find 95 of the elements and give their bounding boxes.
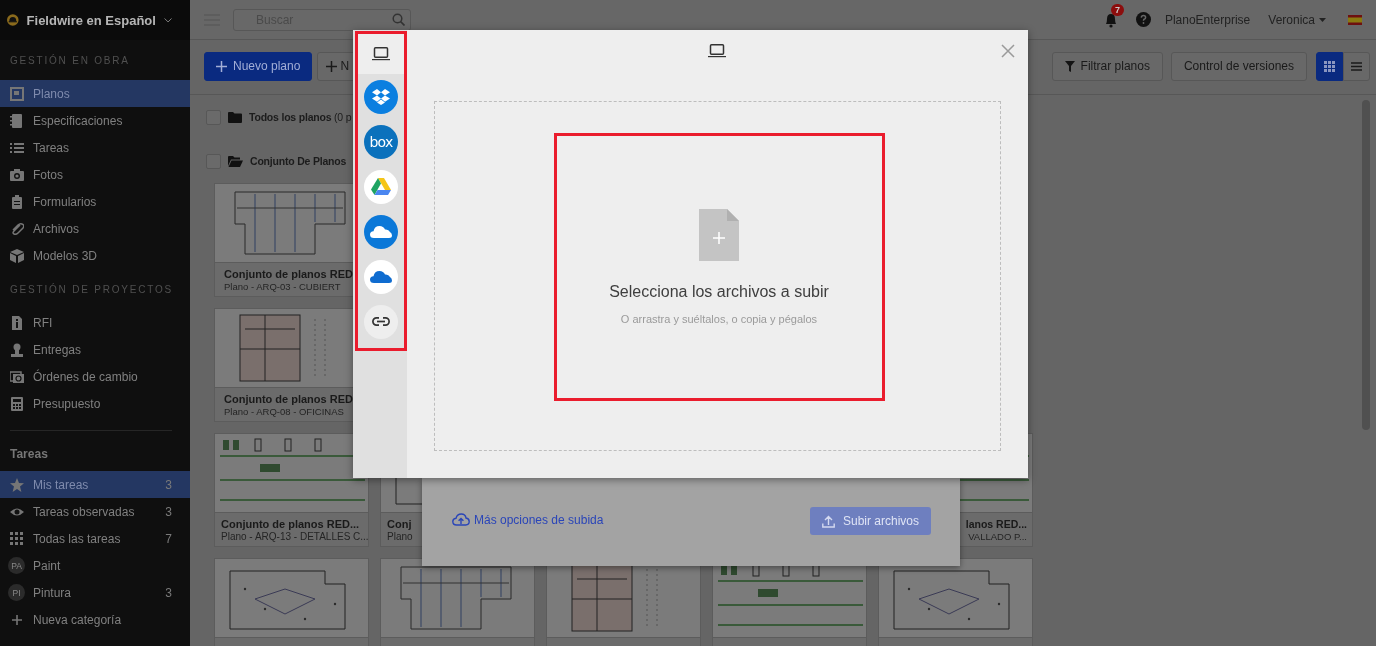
sidebar-item[interactable]: Fotos [0, 161, 190, 188]
cloud-icon [370, 225, 392, 238]
grid-view-toggle[interactable] [1316, 51, 1343, 81]
upload-icon [821, 514, 835, 528]
link-icon [372, 317, 390, 326]
caret-icon [1319, 17, 1326, 22]
sidebar-item[interactable]: Especificaciones [0, 107, 190, 134]
open-folder-icon [228, 155, 243, 167]
drop-zone[interactable]: Selecciona los archivos a subir O arrastra y suéltalos, o copia y pégalos [434, 101, 1001, 451]
plan-icon [10, 86, 24, 101]
sidebar-item[interactable]: Presupuesto [0, 390, 190, 417]
list-icon [10, 140, 24, 155]
search-icon[interactable] [392, 12, 405, 26]
sidebar-item[interactable]: Entregas [0, 336, 190, 363]
sidebar-item[interactable]: PA Paint [0, 552, 190, 579]
cloud-source[interactable] [364, 259, 398, 294]
cloud-source[interactable] [364, 214, 398, 249]
laptop-icon [372, 47, 390, 61]
camera-icon [10, 167, 24, 182]
add-file-icon [699, 209, 739, 261]
cloud-icon [370, 270, 392, 283]
task-count: 3 [165, 477, 172, 492]
section-heading: Tareas [9, 446, 49, 463]
sidebar-item[interactable]: Planos [0, 80, 190, 107]
new-plan-button[interactable]: Nuevo plano [204, 51, 313, 81]
triangle-logo-icon [371, 178, 391, 195]
folder-icon [228, 111, 242, 123]
sidebar-item[interactable]: Tareas observadas 3 [0, 498, 190, 525]
plan-subtitle: VALLADO P... [968, 530, 1027, 542]
plan-subtitle: Plano [387, 530, 413, 542]
plan-title: Conjunto de planos RED [224, 392, 353, 405]
notification-badge: 7 [1110, 3, 1124, 16]
document-info-icon [10, 315, 24, 330]
sidebar-item[interactable]: Archivos [0, 215, 190, 242]
clipboard-icon [10, 194, 24, 209]
person-icon [10, 342, 24, 357]
star-icon [10, 477, 24, 492]
plan-title: Conjunto de planos RED... [221, 517, 360, 530]
calculator-icon [10, 396, 24, 411]
plan-title: Conjunto de planos RED [224, 267, 353, 280]
plus-icon [10, 612, 24, 627]
sidebar-item[interactable]: Órdenes de cambio [0, 363, 190, 390]
task-count: 3 [165, 504, 172, 519]
box-source[interactable]: box [364, 124, 398, 159]
plan-subtitle: Plano - ARQ-03 - CUBIERT [224, 280, 341, 292]
plan-subtitle: Plano - ARQ-13 - DETALLES C... [221, 530, 368, 542]
plus-icon [326, 60, 338, 72]
section-heading: GESTIÓN EN OBRA [9, 53, 131, 68]
help-icon[interactable] [1135, 12, 1151, 27]
task-count: 3 [165, 585, 172, 600]
sidebar-item[interactable]: RFI [0, 309, 190, 336]
dropbox-source[interactable] [364, 79, 398, 114]
sidebar-item[interactable]: Formularios [0, 188, 190, 215]
sidebar-item[interactable]: PI Pintura 3 [0, 579, 190, 606]
section-heading: GESTIÓN DE PROYECTOS [9, 282, 175, 297]
close-icon[interactable] [1001, 44, 1015, 58]
plus-icon [216, 60, 227, 72]
sidebar-item[interactable]: Modelos 3D [0, 242, 190, 269]
list-icon [1351, 61, 1362, 71]
cloud-upload-icon [452, 513, 470, 526]
organization-link[interactable]: PlanoEnterprise [1164, 12, 1251, 27]
list-view-toggle[interactable] [1343, 51, 1370, 81]
flag-icon[interactable] [1348, 14, 1362, 25]
user-menu[interactable]: Veronica [1268, 12, 1326, 27]
drive-source[interactable] [364, 169, 398, 204]
filter-icon [1064, 60, 1075, 72]
initials-avatar: PI [8, 584, 25, 601]
plan-title: Conj [387, 517, 412, 530]
cube-icon [10, 248, 24, 263]
paperclip-icon [10, 221, 24, 236]
plan-subtitle: Plano - ARQ-08 - OFICINAS [224, 405, 344, 417]
bell-icon[interactable] [1103, 11, 1118, 28]
filter-button[interactable]: Filtrar planos [1051, 51, 1163, 81]
sidebar-item[interactable]: Todas las tareas 7 [0, 525, 190, 552]
drop-zone-hint: O arrastra y suéltalos, o copia y pégalos [620, 313, 818, 325]
chevron-down-icon [163, 15, 172, 25]
notebook-icon [10, 113, 24, 128]
workspace-switcher[interactable]: Fieldwire en Español [0, 0, 190, 40]
open-box-icon [372, 88, 390, 105]
plan-card[interactable]: Conjunto de planos RED... Plano - ARQ-13 - DETALLES C... [214, 433, 369, 547]
link-source[interactable] [364, 304, 398, 339]
drop-zone-title: Selecciona los archivos a subir [609, 283, 829, 301]
sidebar-item[interactable]: Nueva categoría [0, 606, 190, 633]
grid-icon [1324, 60, 1335, 72]
laptop-icon [707, 44, 726, 58]
grid-dots-icon [10, 531, 24, 546]
plan-title: lanos RED... [965, 517, 1027, 530]
task-count: 7 [165, 531, 172, 546]
sidebar-item[interactable]: Tareas [0, 134, 190, 161]
initials-avatar: PA [8, 557, 25, 574]
sidebar-item[interactable]: Mis tareas 3 [0, 471, 190, 498]
versions-button[interactable]: Control de versiones [1170, 51, 1307, 81]
folder-name[interactable]: Conjunto De Planos [250, 155, 347, 167]
more-options-link[interactable]: Más opciones de subida [452, 512, 604, 527]
folder-name[interactable]: Todos los planos (0 p [249, 111, 352, 123]
